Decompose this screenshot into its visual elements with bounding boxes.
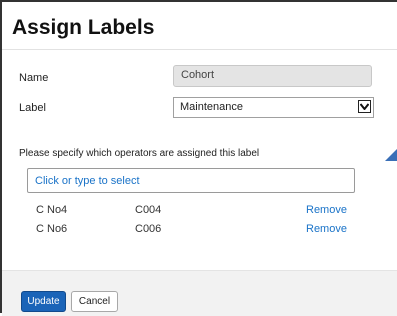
label-select[interactable]: Maintenance <box>173 97 374 118</box>
dialog-title: Assign Labels <box>12 16 155 39</box>
name-field: Cohort <box>173 65 372 87</box>
header-divider <box>2 49 397 50</box>
name-label: Name <box>19 72 49 84</box>
operator-name: C No4 <box>36 204 68 216</box>
assign-labels-dialog: Assign Labels Name Cohort Label Maintena… <box>0 0 397 316</box>
update-button[interactable]: Update <box>21 291 66 312</box>
operator-code: C006 <box>135 223 162 235</box>
corner-triangle-icon <box>385 147 397 161</box>
chevron-down-icon[interactable] <box>358 100 371 113</box>
operators-instructions: Please specify which operators are assig… <box>19 148 260 159</box>
label-select-value: Maintenance <box>180 101 243 113</box>
operator-row: C No6 C006 Remove <box>2 223 397 239</box>
operator-code: C004 <box>135 204 162 216</box>
operator-row: C No4 C004 Remove <box>2 204 397 220</box>
label-label: Label <box>19 102 46 114</box>
cancel-button[interactable]: Cancel <box>71 291 118 312</box>
remove-operator-link[interactable]: Remove <box>306 223 347 235</box>
operator-name: C No6 <box>36 223 68 235</box>
operator-typeahead-input[interactable]: Click or type to select <box>27 168 355 193</box>
remove-operator-link[interactable]: Remove <box>306 204 347 216</box>
dialog-footer: Update Cancel <box>2 270 397 316</box>
